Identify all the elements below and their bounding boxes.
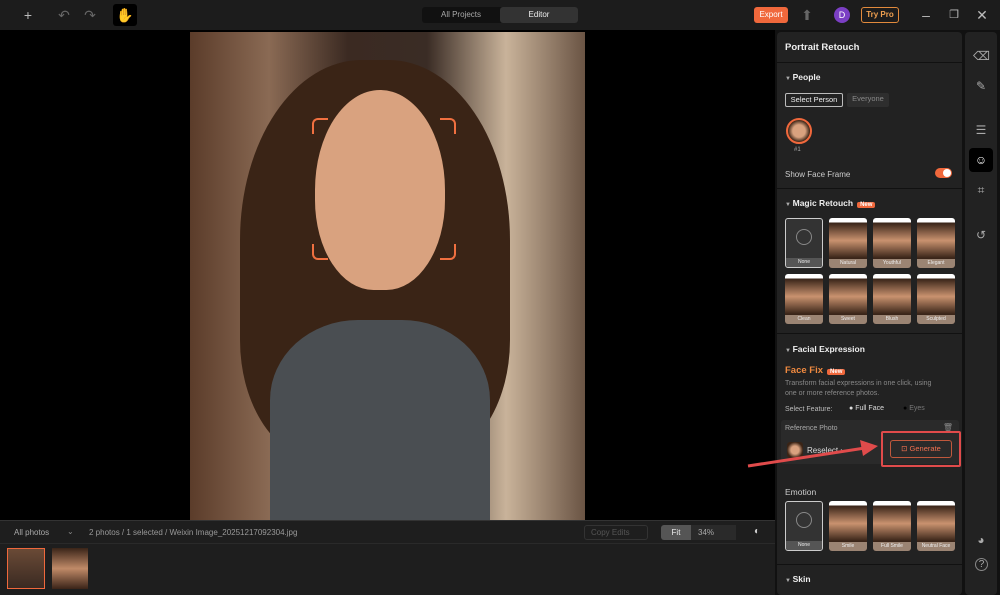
magic-blush[interactable]: Blush bbox=[873, 274, 911, 324]
magic-none[interactable]: None bbox=[785, 218, 823, 268]
zoom-select[interactable]: 34% bbox=[691, 525, 736, 540]
chevron-down-icon[interactable]: ⌄ bbox=[67, 527, 74, 536]
eraser-icon[interactable]: ⌫ bbox=[973, 48, 989, 64]
magic-elegant[interactable]: Elegant bbox=[917, 218, 955, 268]
photo-subject-body bbox=[270, 320, 490, 520]
history-icon[interactable]: ↺ bbox=[973, 227, 989, 243]
share-icon[interactable]: ⬆ bbox=[799, 7, 815, 23]
magic-sweet[interactable]: Sweet bbox=[829, 274, 867, 324]
ai-remove-icon[interactable]: ✎ bbox=[973, 78, 989, 94]
avatar[interactable]: D bbox=[834, 7, 850, 23]
portrait-retouch-icon[interactable]: ☺ bbox=[969, 148, 993, 172]
emotion-title: Emotion bbox=[785, 487, 816, 497]
filter-dropdown[interactable]: All photos bbox=[14, 528, 49, 537]
eyes-radio[interactable]: ● Eyes bbox=[903, 405, 925, 412]
face-frame[interactable] bbox=[312, 118, 456, 260]
copy-edits-button[interactable]: Copy Edits bbox=[584, 525, 648, 540]
person-1-avatar[interactable] bbox=[786, 118, 812, 144]
select-feature-label: Select Feature: bbox=[785, 406, 832, 413]
bottom-bar: All photos ⌄ 2 photos / 1 selected / Wei… bbox=[0, 520, 775, 543]
magic-natural[interactable]: FreeNatural bbox=[829, 218, 867, 268]
portrait-retouch-panel: Portrait Retouch ▼ People Select Person … bbox=[777, 32, 962, 595]
full-face-radio[interactable]: ● Full Face bbox=[849, 405, 884, 412]
emotion-full-smile[interactable]: Full Smile bbox=[873, 501, 911, 551]
tab-editor[interactable]: Editor bbox=[500, 7, 578, 23]
maximize-icon[interactable]: ❐ bbox=[946, 7, 962, 23]
show-face-frame-toggle[interactable] bbox=[935, 168, 952, 178]
generate-icon: ⊡ bbox=[901, 444, 909, 453]
discord-icon[interactable]: ◕ bbox=[973, 532, 989, 548]
panel-title: Portrait Retouch bbox=[785, 42, 859, 53]
hand-tool-icon[interactable]: ✋ bbox=[113, 4, 137, 26]
minimize-icon[interactable]: – bbox=[918, 7, 934, 23]
magic-youthful[interactable]: Youthful bbox=[873, 218, 911, 268]
tab-all-projects[interactable]: All Projects bbox=[422, 7, 500, 23]
thumbnail-1[interactable] bbox=[7, 548, 45, 589]
magic-retouch-grid: None FreeNatural Youthful Elegant Clean … bbox=[785, 218, 955, 324]
help-icon[interactable]: ? bbox=[975, 558, 988, 571]
selection-info: 2 photos / 1 selected / Weixin Image_202… bbox=[89, 528, 297, 537]
export-button[interactable]: Export bbox=[754, 7, 788, 23]
show-face-frame-label: Show Face Frame bbox=[785, 170, 850, 179]
close-icon[interactable]: ✕ bbox=[974, 7, 990, 23]
none-icon bbox=[796, 512, 812, 528]
try-pro-button[interactable]: Try Pro bbox=[861, 7, 899, 23]
face-fix-title: Face FixNew bbox=[785, 365, 845, 376]
compare-icon[interactable]: ◐ bbox=[754, 526, 760, 537]
section-facial-expression[interactable]: ▼ Facial Expression bbox=[785, 344, 865, 354]
undo-icon[interactable]: ↶ bbox=[56, 7, 72, 23]
none-icon bbox=[796, 229, 812, 245]
person-1-label: #1 bbox=[794, 147, 801, 153]
magic-clean[interactable]: Clean bbox=[785, 274, 823, 324]
fit-button[interactable]: Fit bbox=[661, 525, 691, 540]
face-fix-description: Transform facial expressions in one clic… bbox=[785, 379, 945, 399]
select-person-button[interactable]: Select Person bbox=[785, 93, 843, 107]
crop-icon[interactable]: ⌗ bbox=[973, 182, 989, 198]
tool-rail: ⌫ ✎ ☰ ☺ ⌗ ↺ ◕ ? bbox=[965, 32, 997, 595]
section-people[interactable]: ▼ People bbox=[785, 72, 820, 82]
filmstrip bbox=[0, 543, 775, 595]
magic-sculpted[interactable]: Sculpted bbox=[917, 274, 955, 324]
emotion-none[interactable]: None bbox=[785, 501, 823, 551]
add-icon[interactable]: + bbox=[20, 7, 36, 23]
top-bar: + ↶ ↷ ✋ All Projects Editor Export ⬆ D T… bbox=[0, 0, 1000, 30]
redo-icon[interactable]: ↷ bbox=[82, 7, 98, 23]
section-magic-retouch[interactable]: ▼ Magic RetouchNew bbox=[785, 198, 875, 208]
emotion-neutral-face[interactable]: Neutral Face bbox=[917, 501, 955, 551]
annotation-arrow bbox=[740, 430, 880, 470]
section-skin[interactable]: ▼ Skin bbox=[785, 574, 811, 584]
everyone-button[interactable]: Everyone bbox=[847, 93, 889, 107]
adjustments-icon[interactable]: ☰ bbox=[973, 122, 989, 138]
generate-button[interactable]: ⊡ Generate bbox=[890, 440, 952, 458]
emotion-smile[interactable]: Smile bbox=[829, 501, 867, 551]
view-tabs: All Projects Editor bbox=[422, 7, 578, 23]
emotion-grid: None Smile Full Smile Neutral Face bbox=[785, 501, 955, 551]
thumbnail-2[interactable] bbox=[52, 548, 88, 589]
